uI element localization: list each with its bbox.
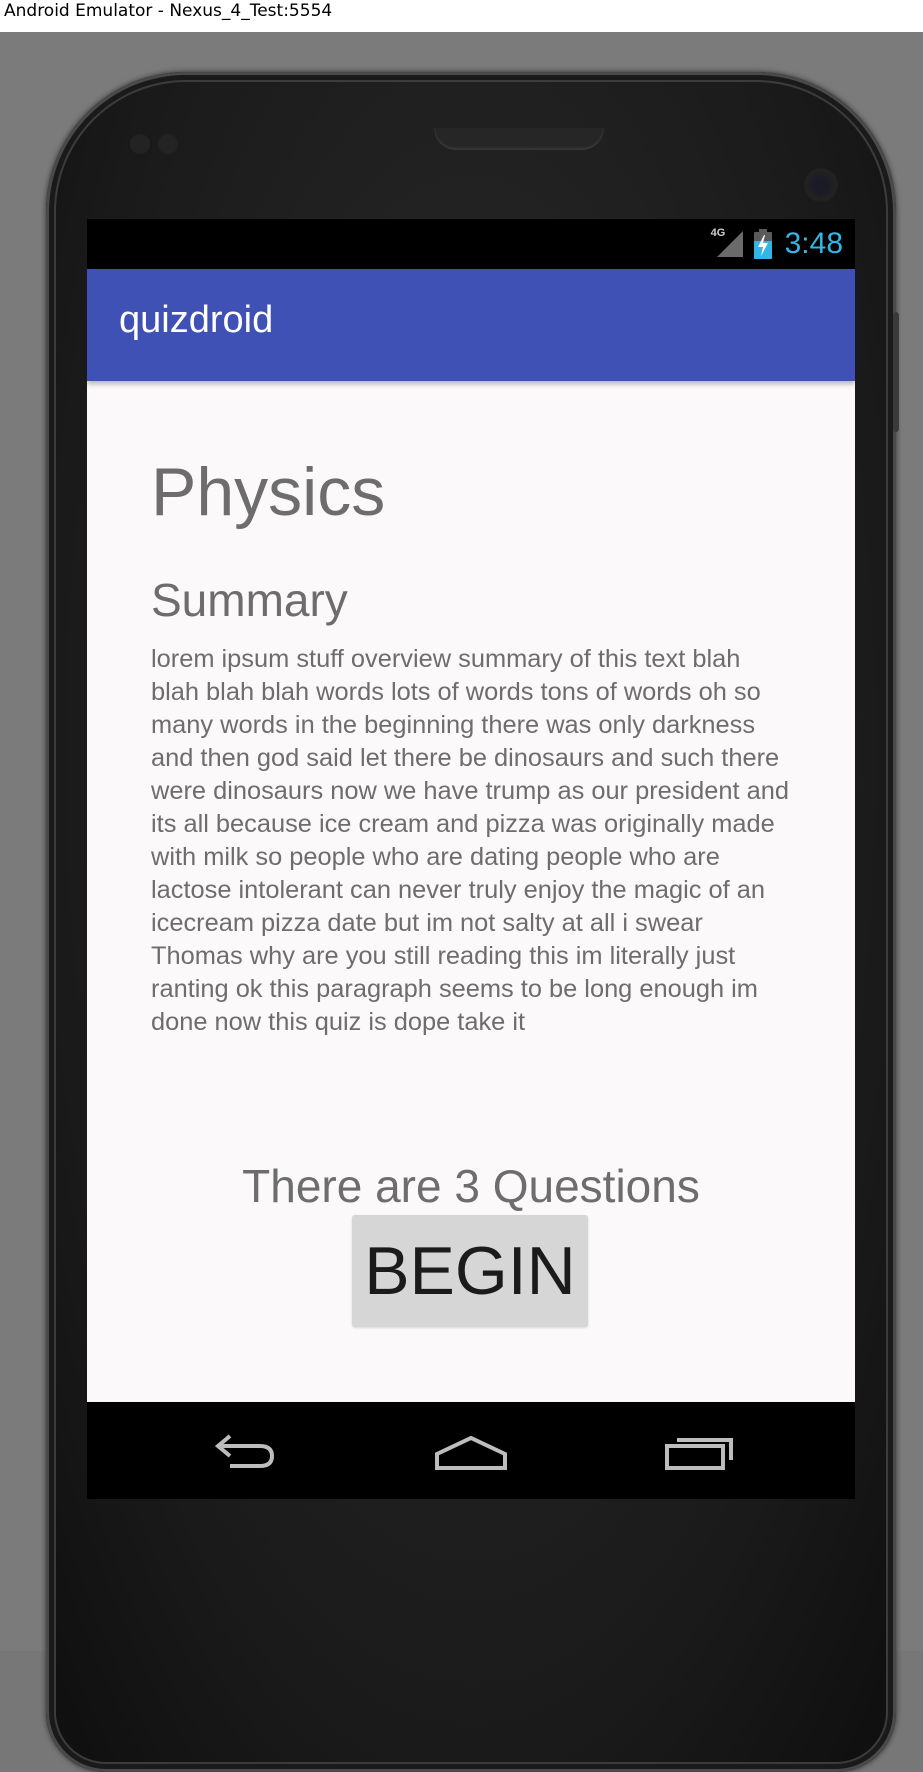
status-clock: 3:48	[784, 227, 843, 260]
device-screen: 4G 3:48 quizdroid Physics Summary lorem …	[87, 219, 855, 1499]
topic-overview: Physics Summary lorem ipsum stuff overvi…	[87, 381, 855, 1421]
emulator-window-title: Android Emulator - Nexus_4_Test:5554	[0, 0, 923, 32]
question-count-text: There are 3 Questions	[242, 1160, 700, 1212]
proximity-sensor	[130, 134, 150, 154]
status-icons: 4G 3:48	[711, 219, 843, 269]
begin-button[interactable]: BEGIN	[352, 1215, 588, 1327]
home-icon[interactable]	[431, 1430, 511, 1474]
navigation-bar	[87, 1402, 855, 1499]
summary-text: lorem ipsum stuff overview summary of th…	[151, 645, 789, 1036]
earpiece-speaker	[434, 128, 604, 150]
topic-title: Physics	[151, 454, 386, 530]
volume-button[interactable]	[893, 312, 899, 432]
light-sensor	[158, 134, 178, 154]
front-camera	[804, 168, 838, 202]
back-icon[interactable]	[207, 1430, 287, 1474]
network-type-label: 4G	[710, 227, 726, 239]
summary-heading: Summary	[151, 574, 348, 626]
recents-icon[interactable]	[659, 1430, 739, 1474]
app-bar: quizdroid	[87, 269, 855, 381]
status-bar: 4G 3:48	[87, 219, 855, 269]
app-title: quizdroid	[119, 299, 274, 341]
cell-signal-icon: 4G	[710, 227, 745, 259]
battery-charging-icon	[753, 229, 773, 259]
